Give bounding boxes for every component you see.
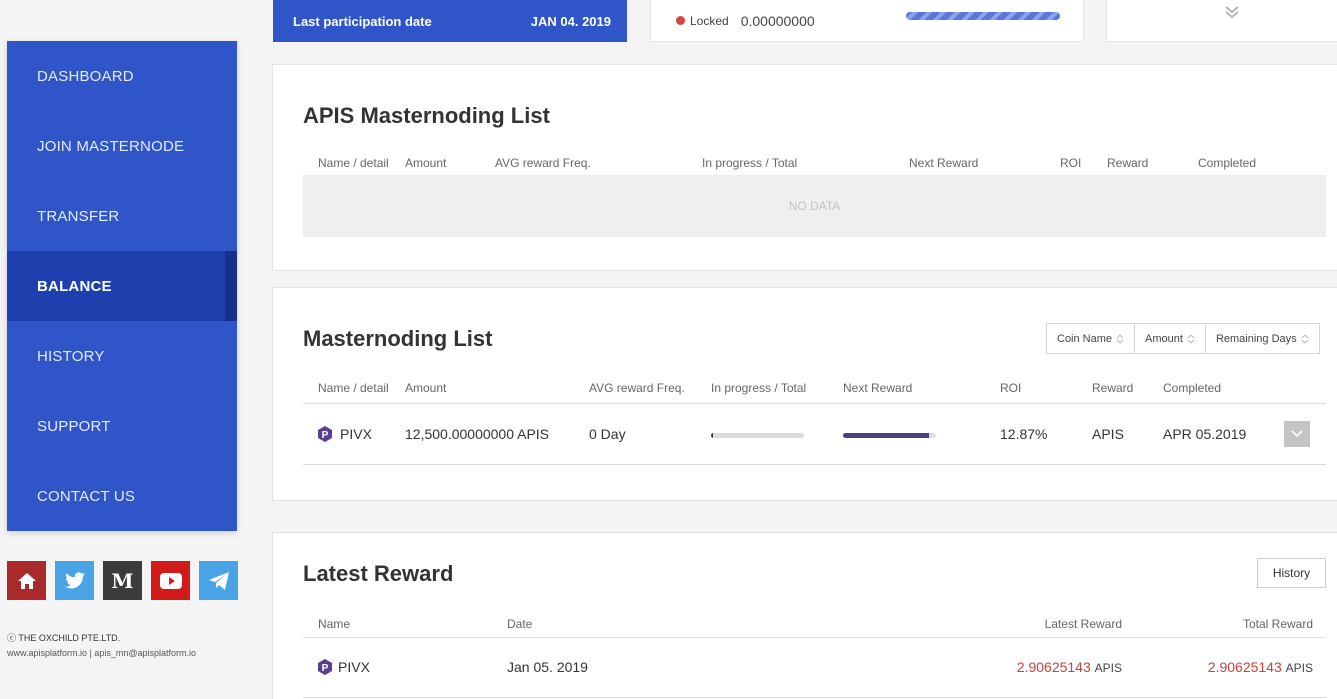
latest-reward-card: Latest Reward History Name Date Latest R…: [272, 532, 1337, 699]
col-name: Name: [318, 617, 351, 631]
col-completed: Completed: [1198, 156, 1257, 170]
sort-icon: [1116, 333, 1124, 344]
last-participation-label: Last participation date: [293, 13, 432, 29]
pivx-icon: P: [318, 659, 332, 675]
home-icon[interactable]: [7, 561, 46, 600]
telegram-icon[interactable]: [199, 561, 238, 600]
next-reward-bar: [843, 433, 936, 438]
col-total-reward: Total Reward: [1242, 617, 1313, 631]
col-date: Date: [507, 617, 533, 631]
col-avg-reward-freq: AVG reward Freq.: [589, 381, 685, 395]
sort-controls: Coin Name Amount Remaining Days: [1046, 323, 1320, 354]
sort-coin-name-button[interactable]: Coin Name: [1047, 324, 1136, 353]
mn-reward: APIS: [1092, 426, 1124, 442]
sidebar: DASHBOARD JOIN MASTERNODE TRANSFER BALAN…: [7, 41, 237, 531]
mn-coin-name: PIVX: [340, 426, 372, 442]
sort-icon: [1187, 333, 1195, 344]
mn-roi: 12.87%: [1000, 426, 1048, 442]
expand-row-button[interactable]: [1284, 421, 1310, 447]
col-name-detail: Name / detail: [318, 381, 389, 395]
col-roi: ROI: [1000, 381, 1022, 395]
total-reward-amount: 2.90625143 APIS: [1208, 659, 1313, 675]
col-in-progress: In progress / Total: [711, 381, 807, 395]
total-reward-value: 2.90625143: [1207, 659, 1282, 675]
apis-masternoding-card: APIS Masternoding List Name / detail Amo…: [272, 64, 1337, 271]
sort-coin-name-label: Coin Name: [1057, 332, 1113, 345]
sort-remaining-days-label: Remaining Days: [1215, 332, 1297, 345]
last-participation-card: Last participation date JAN 04. 2019: [273, 0, 627, 42]
nav-history[interactable]: HISTORY: [7, 321, 237, 391]
locked-label: Locked: [690, 13, 729, 28]
col-reward: Reward: [1092, 381, 1134, 395]
footer-company: ⓒ THE OXCHILD PTE.LTD.: [7, 633, 121, 643]
col-next-reward: Next Reward: [843, 381, 913, 395]
pivx-icon: P: [318, 426, 332, 442]
total-reward-unit: APIS: [1285, 661, 1313, 675]
summary-card: [1106, 0, 1337, 42]
col-latest-reward: Latest Reward: [1044, 617, 1122, 631]
mn-amount: 12,500.00000000 APIS: [405, 426, 550, 442]
youtube-icon[interactable]: [151, 561, 190, 600]
mn-list-title: Masternoding List: [303, 326, 493, 351]
latest-reward-title: Latest Reward: [303, 561, 454, 586]
in-progress-bar: [711, 433, 804, 438]
locked-progress-bar: [906, 12, 1060, 20]
apis-list-title: APIS Masternoding List: [303, 103, 550, 128]
last-participation-value: JAN 04. 2019: [530, 13, 611, 29]
history-button-label: History: [1272, 566, 1311, 580]
reward-date: Jan 05. 2019: [507, 659, 588, 675]
footer-contact: www.apisplatform.io | apis_mn@apisplatfo…: [7, 648, 197, 658]
sort-remaining-days-button[interactable]: Remaining Days: [1206, 324, 1319, 353]
latest-reward-value: 2.90625143: [1016, 659, 1091, 675]
header-divider: [303, 403, 1326, 404]
medium-icon[interactable]: M: [103, 561, 142, 600]
chevron-down-icon: [1291, 430, 1303, 438]
header-divider: [303, 637, 1326, 638]
no-data-text: NO DATA: [788, 199, 841, 213]
sort-amount-button[interactable]: Amount: [1135, 324, 1206, 353]
nav-join-masternode[interactable]: JOIN MASTERNODE: [7, 111, 237, 181]
col-completed: Completed: [1163, 381, 1222, 395]
svg-text:P: P: [322, 663, 329, 674]
nav-balance[interactable]: BALANCE: [7, 251, 237, 321]
col-avg-reward-freq: AVG reward Freq.: [495, 156, 591, 170]
mn-freq: 0 Day: [589, 426, 626, 442]
nav-contact-us[interactable]: CONTACT US: [7, 461, 237, 531]
col-in-progress: In progress / Total: [702, 156, 798, 170]
locked-card: Locked 0.00000000: [650, 0, 1084, 42]
latest-reward-amount: 2.90625143 APIS: [1017, 659, 1122, 675]
svg-text:P: P: [322, 430, 329, 441]
locked-status-dot: [676, 16, 685, 25]
sort-amount-label: Amount: [1145, 332, 1183, 345]
col-name-detail: Name / detail: [318, 156, 389, 170]
col-next-reward: Next Reward: [909, 156, 979, 170]
col-amount: Amount: [405, 156, 447, 170]
history-button[interactable]: History: [1257, 558, 1326, 588]
social-links: M: [7, 561, 238, 600]
col-roi: ROI: [1060, 156, 1082, 170]
nav-transfer[interactable]: TRANSFER: [7, 181, 237, 251]
row-divider: [303, 697, 1326, 698]
nav-dashboard[interactable]: DASHBOARD: [7, 41, 237, 111]
latest-reward-unit: APIS: [1094, 661, 1122, 675]
mn-completed: APR 05.2019: [1163, 426, 1247, 442]
locked-value: 0.00000000: [740, 12, 815, 29]
row-divider: [303, 464, 1326, 465]
twitter-icon[interactable]: [55, 561, 94, 600]
reward-coin-name: PIVX: [338, 659, 370, 675]
col-reward: Reward: [1107, 156, 1149, 170]
masternoding-list-card: Masternoding List Coin Name Amount Remai…: [272, 287, 1337, 501]
col-amount: Amount: [405, 381, 447, 395]
nav-support[interactable]: SUPPORT: [7, 391, 237, 461]
sort-icon: [1301, 333, 1309, 344]
double-chevron-down-icon[interactable]: [1223, 4, 1241, 25]
no-data-row: NO DATA: [303, 175, 1326, 237]
